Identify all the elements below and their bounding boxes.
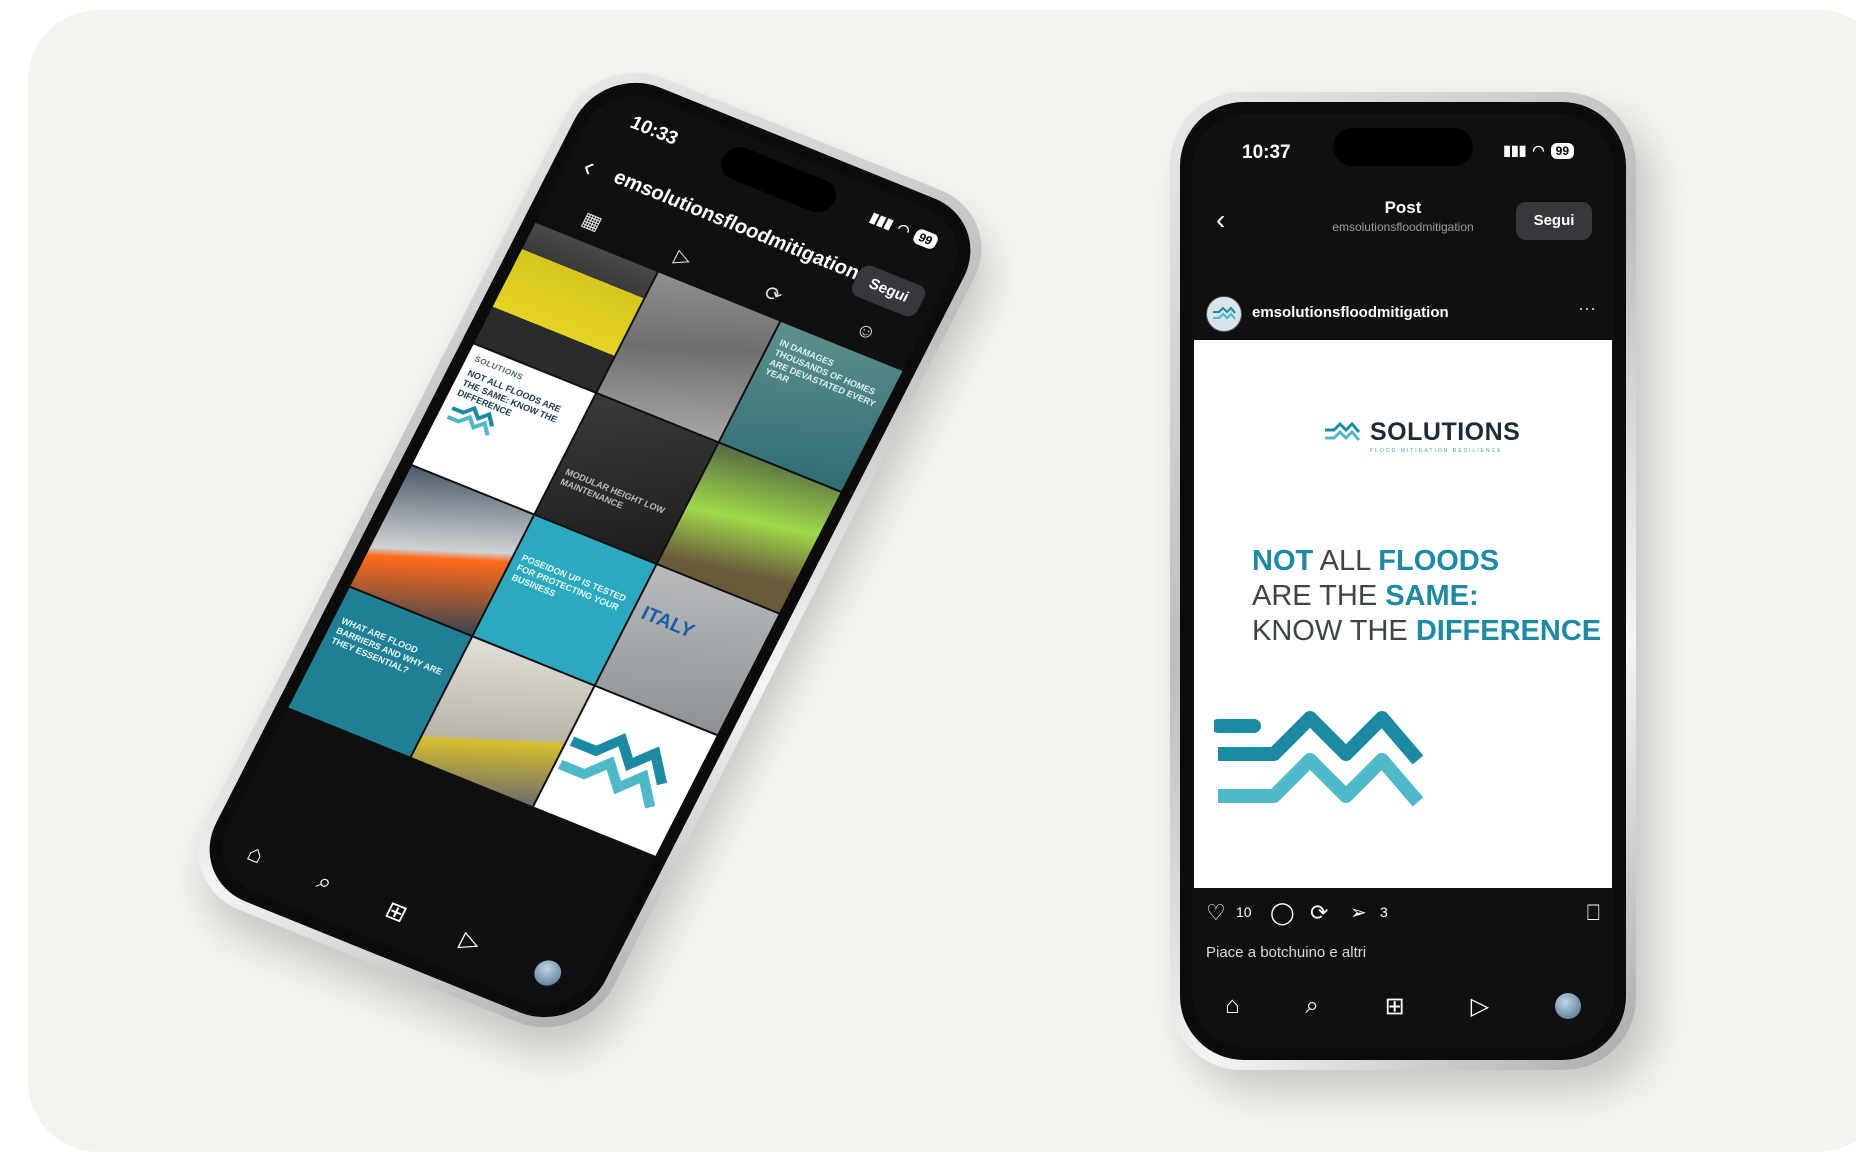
bookmark-icon[interactable]: ⎕ <box>1587 900 1600 926</box>
status-icons: ▮▮▮ ◠ 99 <box>1503 142 1574 159</box>
battery-icon: 99 <box>911 227 941 251</box>
follow-button[interactable]: Segui <box>1516 202 1592 240</box>
headline-word: NOT <box>1252 545 1314 577</box>
profile-avatar[interactable] <box>529 956 566 990</box>
headline-word: FLOODS <box>1378 545 1500 577</box>
search-icon[interactable]: ⌕ <box>312 868 337 898</box>
tile-text: WHAT ARE FLOOD BARRIERS AND WHY ARE THEY… <box>329 615 445 677</box>
wave-logo-icon <box>1213 306 1236 320</box>
grid-icon[interactable]: ▦ <box>578 206 607 235</box>
reels-icon[interactable]: ▷ <box>1471 992 1489 1021</box>
status-time: 10:33 <box>626 112 682 150</box>
add-icon[interactable]: ⊞ <box>380 895 412 928</box>
status-icons: ▮▮▮ ◠ 99 <box>867 208 941 251</box>
more-icon[interactable]: ··· <box>1578 298 1596 319</box>
reels-icon[interactable]: ▷ <box>671 244 697 272</box>
add-icon[interactable]: ⊞ <box>1385 992 1405 1021</box>
comment-icon[interactable]: ◯ <box>1270 900 1295 926</box>
post-header: ‹ Post emsolutionsfloodmitigation Segui <box>1192 194 1614 248</box>
headline-word: SAME: <box>1385 580 1479 612</box>
back-icon[interactable]: ‹ <box>578 151 601 183</box>
tile-text: ITALY <box>637 602 699 643</box>
status-bar: 10:37 ▮▮▮ ◠ 99 <box>1192 138 1614 168</box>
wifi-icon: ◠ <box>1532 142 1545 158</box>
heart-icon[interactable]: ♡ <box>1206 900 1226 926</box>
phone-right: 10:37 ▮▮▮ ◠ 99 ‹ Post emsolutionsfloodmi… <box>1170 92 1636 1070</box>
home-icon[interactable]: ⌂ <box>1225 992 1240 1020</box>
headline-word: DIFFERENCE <box>1415 615 1602 647</box>
post-screen: 10:37 ▮▮▮ ◠ 99 ‹ Post emsolutionsfloodmi… <box>1192 114 1614 1048</box>
wifi-icon: ◠ <box>894 219 914 239</box>
post-actions: ♡ 10 ◯ ⟳ ➢ 3 ⎕ <box>1206 900 1600 932</box>
headline-word: KNOW THE <box>1252 615 1416 647</box>
tile-text: POSEIDON UP IS TESTED FOR PROTECTING YOU… <box>510 552 628 613</box>
post-image[interactable]: SOLUTIONS FLOOD MITIGATION RESILIENCE NO… <box>1194 340 1612 888</box>
shares-count[interactable]: 3 <box>1380 904 1388 920</box>
tile-text: MODULAR HEIGHT LOW MAINTENANCE <box>558 466 667 516</box>
repost-icon[interactable]: ⟳ <box>1310 900 1328 926</box>
search-icon[interactable]: ⌕ <box>1305 992 1318 1020</box>
status-time: 10:37 <box>1242 142 1291 163</box>
wave-logo-icon <box>1325 421 1361 441</box>
bottom-nav: ⌂ ⌕ ⊞ ▷ <box>1192 964 1614 1048</box>
signal-icon: ▮▮▮ <box>867 208 897 232</box>
wave-logo-graphic <box>1214 711 1424 807</box>
post-author: emsolutionsfloodmitigation ··· <box>1206 294 1600 334</box>
likes-count[interactable]: 10 <box>1236 904 1252 920</box>
signal-icon: ▮▮▮ <box>1503 142 1527 158</box>
reels-icon[interactable]: ▷ <box>455 925 485 958</box>
headline-word: ALL <box>1313 545 1379 577</box>
author-avatar[interactable] <box>1206 296 1242 332</box>
headline-word: ARE THE <box>1252 580 1386 612</box>
tagged-icon[interactable]: ☺ <box>851 317 881 345</box>
brand-logo: SOLUTIONS FLOOD MITIGATION RESILIENCE <box>1324 418 1521 454</box>
post-headline: NOT ALL FLOODS ARE THE SAME: KNOW THE DI… <box>1252 544 1601 649</box>
brand-tagline: FLOOD MITIGATION RESILIENCE <box>1370 448 1503 454</box>
author-username[interactable]: emsolutionsfloodmitigation <box>1252 304 1449 321</box>
home-icon[interactable]: ⌂ <box>242 840 269 870</box>
liked-by[interactable]: Piace a botchuino e altri <box>1206 944 1366 961</box>
profile-avatar[interactable] <box>1555 993 1582 1019</box>
reposts-icon[interactable]: ⟳ <box>760 280 787 309</box>
battery-icon: 99 <box>1550 142 1574 159</box>
share-icon[interactable]: ➢ <box>1350 900 1367 925</box>
brand-name: SOLUTIONS <box>1370 418 1521 446</box>
